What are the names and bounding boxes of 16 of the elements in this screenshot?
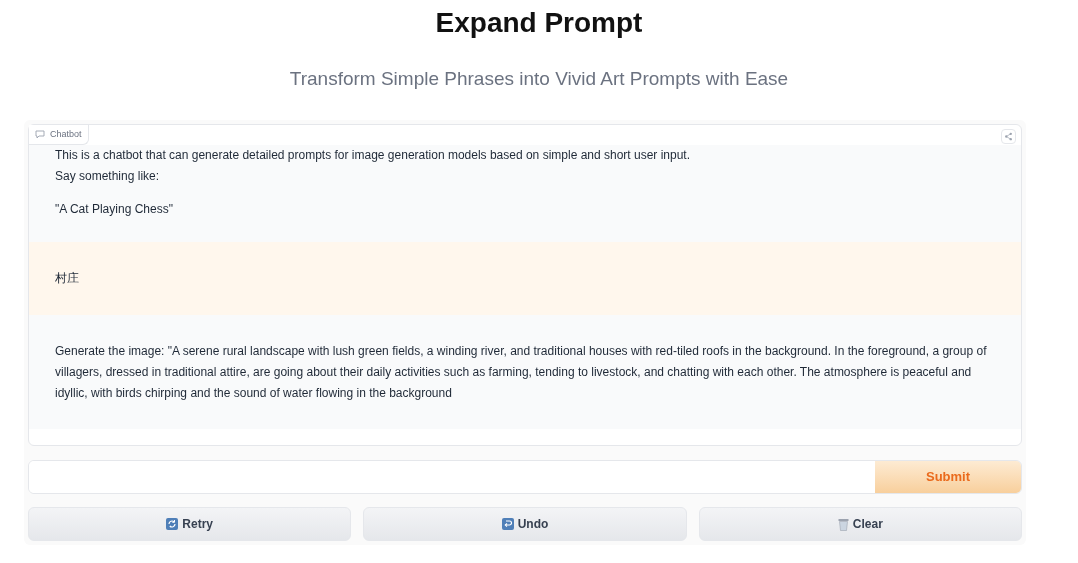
message-text: 村庄 xyxy=(55,270,80,287)
page-title: Expand Prompt xyxy=(435,6,643,40)
undo-button[interactable]: Undo xyxy=(363,507,687,541)
share-button[interactable] xyxy=(1001,129,1016,144)
message-text: Generate the image: "A serene rural landscape with lush green fields, a winding river, and traditional houses with red-tiled roofs in the background. In the foreground, a group of villagers, dressed in traditional attire, are going about their daily activities such as farming, tending to livestock, and chatting with each other. The atmosphere is peaceful and idyllic, with birds chirping and the sound of water flowing in the background xyxy=(55,342,988,402)
panel-label: Chatbot xyxy=(50,127,82,141)
trash-icon xyxy=(837,517,849,531)
message-text: "A Cat Playing Chess" xyxy=(55,201,174,218)
page-subtitle: Transform Simple Phrases into Vivid Art Prompts with Ease xyxy=(289,67,789,91)
refresh-icon xyxy=(166,518,179,530)
chat-icon xyxy=(35,130,45,139)
share-icon xyxy=(1004,132,1013,141)
retry-button[interactable]: Retry xyxy=(28,507,352,541)
message-text: Say something like: xyxy=(55,168,161,185)
message-text: This is a chatbot that can generate detailed prompts for image generation models based on simple and short user input. xyxy=(55,147,692,164)
clear-button[interactable]: Clear xyxy=(698,507,1022,541)
